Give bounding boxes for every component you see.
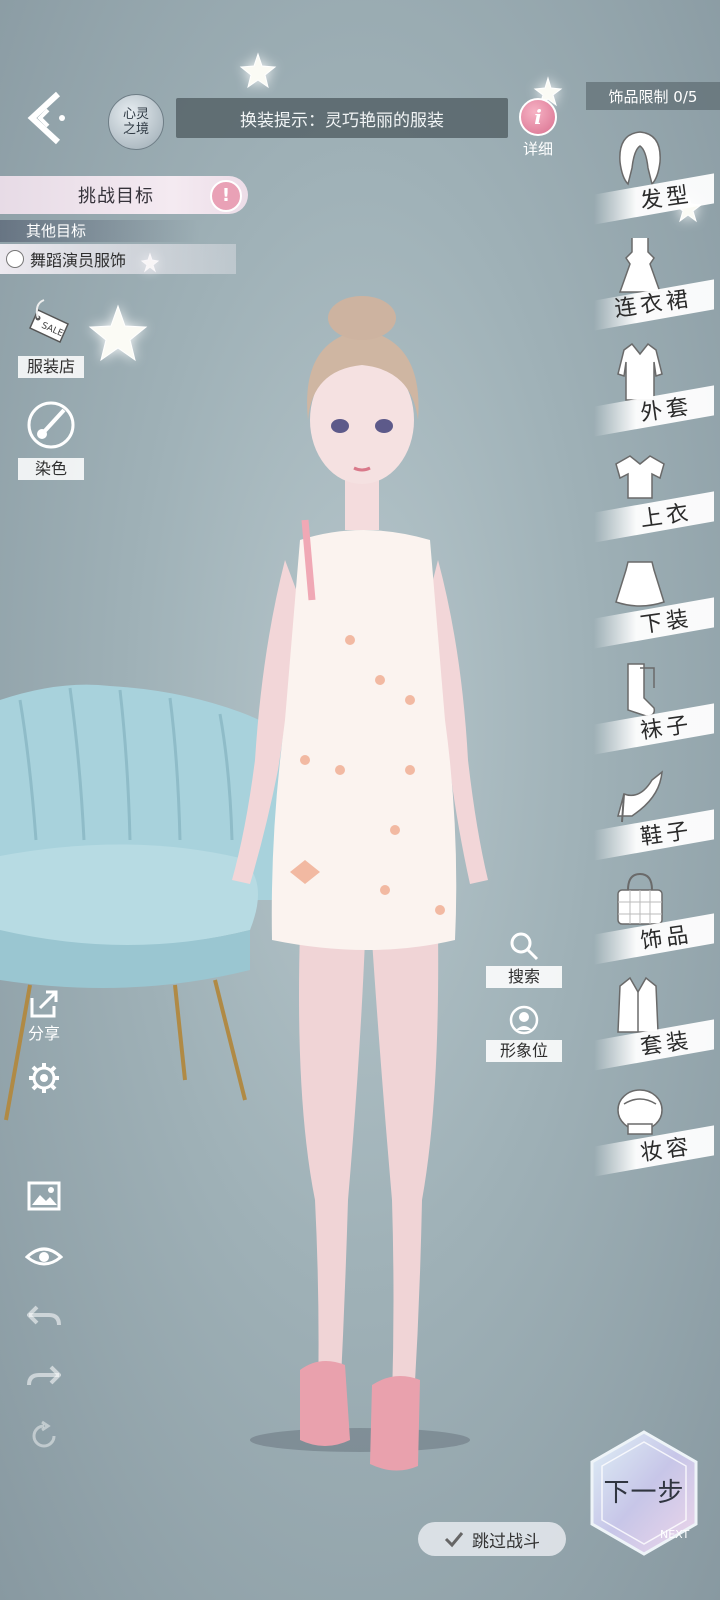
back-arrow-icon	[27, 91, 65, 145]
decor-star	[239, 52, 277, 89]
category-accessories-label: 饰品	[638, 922, 694, 955]
checkmark-icon	[444, 1532, 464, 1548]
clothing-shop-label: 服装店	[18, 356, 84, 378]
category-shoes[interactable]: 鞋子	[594, 764, 714, 861]
skip-battle-label: 跳过战斗	[472, 1531, 540, 1552]
alert-icon[interactable]: !	[210, 180, 242, 212]
category-socks-label: 袜子	[638, 712, 694, 745]
clothing-shop-button[interactable]: SALE 服装店	[18, 296, 84, 378]
share-button[interactable]	[24, 984, 64, 1024]
goal-radio-icon	[6, 250, 24, 268]
category-makeup[interactable]: 妆容	[594, 1080, 714, 1177]
detail-label: 详细	[522, 140, 553, 158]
outfit-hint-text: 换装提示：灵巧艳丽的服装	[240, 110, 444, 131]
category-top-label: 上衣	[638, 500, 694, 533]
search-button[interactable]: 搜索	[486, 930, 562, 988]
next-sub-text: NEXT	[660, 1528, 690, 1541]
skip-battle-toggle[interactable]: 跳过战斗	[418, 1522, 566, 1556]
category-hair[interactable]: 发型	[594, 128, 714, 225]
gear-icon	[29, 1063, 59, 1093]
category-suit[interactable]: 套装	[594, 974, 714, 1071]
look-slot-button[interactable]: 形象位	[486, 1004, 562, 1062]
dye-palette-icon	[27, 401, 75, 449]
category-bottoms-label: 下装	[638, 606, 694, 639]
other-goal-item: 舞蹈演员服饰	[0, 244, 236, 274]
search-icon	[510, 932, 539, 961]
share-icon	[30, 990, 58, 1018]
accessory-limit-text: 饰品限制 0/5	[608, 87, 698, 106]
heart-realm-logo: 心灵 之境	[108, 94, 164, 150]
back-button[interactable]	[22, 88, 72, 148]
reset-icon	[32, 1420, 56, 1448]
sale-tag-icon: SALE	[29, 299, 69, 344]
logo-line2: 之境	[122, 122, 149, 137]
accessory-limit: 饰品限制 0/5	[586, 82, 720, 110]
image-icon	[27, 1181, 61, 1211]
redo-icon	[27, 1365, 61, 1386]
settings-button[interactable]	[24, 1058, 64, 1098]
category-suit-label: 套装	[638, 1028, 694, 1061]
portrait-icon	[509, 1005, 539, 1035]
reset-button[interactable]	[24, 1416, 64, 1456]
category-socks[interactable]: 袜子	[594, 658, 714, 755]
challenge-title: 挑战目标	[78, 186, 154, 207]
detail-button[interactable]: i 详细	[516, 98, 560, 158]
dye-label: 染色	[18, 458, 84, 480]
dye-button[interactable]: 染色	[18, 398, 84, 480]
look-slot-label: 形象位	[486, 1040, 562, 1062]
category-coat-label: 外套	[638, 394, 694, 427]
armchair	[0, 684, 300, 1121]
outfit-hint-bar: 换装提示：灵巧艳丽的服装	[176, 98, 508, 138]
category-coat[interactable]: 外套	[594, 340, 714, 437]
search-label: 搜索	[486, 966, 562, 988]
toggle-ui-button[interactable]	[24, 1236, 64, 1276]
challenge-goal-panel[interactable]: 挑战目标 !	[0, 176, 248, 214]
info-icon: i	[519, 98, 557, 136]
other-goal-text: 舞蹈演员服饰	[30, 251, 127, 270]
category-bottoms[interactable]: 下装	[594, 552, 714, 649]
undo-icon	[27, 1305, 61, 1326]
logo-line1: 心灵	[122, 107, 149, 122]
category-shoes-label: 鞋子	[638, 818, 694, 851]
eye-icon	[25, 1247, 63, 1266]
screenshot-button[interactable]	[24, 1176, 64, 1216]
other-goals-header: 其他目标	[0, 220, 200, 242]
redo-button[interactable]	[24, 1356, 64, 1396]
category-makeup-label: 妆容	[638, 1134, 694, 1167]
next-step-label: 下一步	[603, 1478, 685, 1508]
undo-button[interactable]	[24, 1296, 64, 1336]
category-top[interactable]: 上衣	[594, 446, 714, 543]
category-dress[interactable]: 连衣裙	[594, 234, 714, 331]
next-step-button[interactable]: NEXT 下一步	[584, 1428, 704, 1558]
category-hair-label: 发型	[638, 182, 694, 215]
category-accessories[interactable]: 饰品	[594, 868, 714, 965]
share-label: 分享	[27, 1024, 60, 1043]
